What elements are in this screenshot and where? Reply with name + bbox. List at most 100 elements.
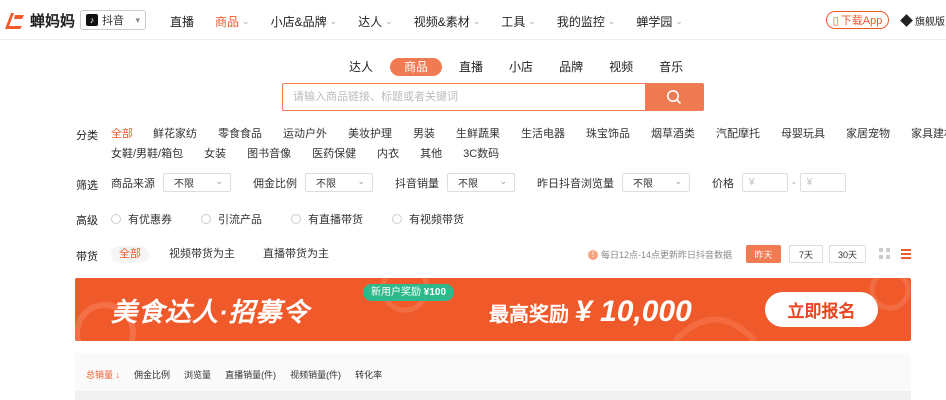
sort-conversion[interactable]: 转化率 xyxy=(355,368,382,381)
category-item[interactable]: 家具建材 xyxy=(911,126,946,142)
platform-label: 抖音 xyxy=(102,15,124,27)
goods-label: 带货 xyxy=(76,251,98,263)
search-type-tabs: 达人 商品 直播 小店 品牌 视频 音乐 xyxy=(340,58,700,76)
search-input[interactable] xyxy=(283,84,645,110)
sort-video-sales[interactable]: 视频销量(件) xyxy=(290,368,341,381)
price-max-input[interactable]: ¥ xyxy=(799,173,846,192)
commission-select[interactable]: 不限 ⌄ xyxy=(305,173,373,192)
category-item[interactable]: 烟草酒类 xyxy=(651,126,695,142)
checkbox-icon xyxy=(392,214,402,224)
sort-live-sales[interactable]: 直播销量(件) xyxy=(225,368,276,381)
period-7days[interactable]: 7天 xyxy=(789,245,823,263)
banner-title: 美食达人·招募令 xyxy=(111,297,310,327)
grid-view-icon[interactable] xyxy=(879,248,890,259)
category-item[interactable]: 生鲜蔬果 xyxy=(456,126,500,142)
category-item[interactable]: 零食食品 xyxy=(218,126,262,142)
chevron-down-icon: ⌄ xyxy=(528,16,536,26)
goods-tab-all[interactable]: 全部 xyxy=(111,246,149,263)
search-tab-music[interactable]: 音乐 xyxy=(650,58,692,76)
category-item[interactable]: 3C数码 xyxy=(463,146,499,162)
diamond-icon xyxy=(900,14,913,27)
nav-live[interactable]: 直播 xyxy=(170,13,194,30)
chevron-down-icon: ⌄ xyxy=(675,16,683,26)
nav-video-material[interactable]: 视频&素材 ⌄ xyxy=(414,13,481,30)
checkbox-icon xyxy=(201,214,211,224)
chevron-down-icon: ⌄ xyxy=(674,176,682,186)
goods-tab-video[interactable]: 视频带货为主 xyxy=(161,246,243,263)
views-label: 昨日抖音浏览量 xyxy=(537,177,614,190)
chevron-down-icon: ▾ xyxy=(135,14,140,25)
search-button[interactable] xyxy=(645,84,703,110)
category-item[interactable]: 珠宝饰品 xyxy=(586,126,630,142)
sort-total-sales[interactable]: 总销量 ↓ xyxy=(86,368,120,381)
sales-select[interactable]: 不限 ⌄ xyxy=(447,173,515,192)
category-item[interactable]: 女装 xyxy=(204,146,226,162)
checkbox-traffic[interactable]: 引流产品 xyxy=(201,211,262,227)
period-yesterday[interactable]: 昨天 xyxy=(746,245,781,263)
category-item[interactable]: 其他 xyxy=(420,146,442,162)
sales-label: 抖音销量 xyxy=(395,177,439,190)
category-item[interactable]: 母婴玩具 xyxy=(781,126,825,142)
screen-label: 筛选 xyxy=(76,180,98,192)
nav-goods[interactable]: 商品 ⌄ xyxy=(215,13,250,30)
sort-options: 总销量 ↓ 佣金比例 浏览量 直播销量(件) 视频销量(件) 转化率 xyxy=(86,368,396,381)
download-app-button[interactable]: ▯ 下载App xyxy=(826,11,889,29)
nav-monitor[interactable]: 我的监控 ⌄ xyxy=(557,13,616,30)
signup-button[interactable]: 立即报名 xyxy=(765,292,878,327)
category-item[interactable]: 女鞋/男鞋/箱包 xyxy=(111,146,183,162)
checkbox-video[interactable]: 有视频带货 xyxy=(392,211,464,227)
advanced-label: 高级 xyxy=(76,215,98,227)
nav-tools[interactable]: 工具 ⌄ xyxy=(501,13,536,30)
category-item[interactable]: 汽配摩托 xyxy=(716,126,760,142)
advanced-options: 有优惠券 引流产品 有直播带货 有视频带货 xyxy=(111,211,493,227)
category-item[interactable]: 医药保健 xyxy=(312,146,356,162)
search-tab-goods[interactable]: 商品 xyxy=(390,58,443,76)
sort-commission[interactable]: 佣金比例 xyxy=(134,368,170,381)
category-list-row2: 女鞋/男鞋/箱包 女装 图书音像 医药保健 内衣 其他 3C数码 xyxy=(111,146,520,162)
category-item[interactable]: 图书音像 xyxy=(247,146,291,162)
list-view-icon[interactable] xyxy=(901,249,911,259)
price-min-input[interactable]: ¥ xyxy=(742,173,788,192)
category-item[interactable]: 生活电器 xyxy=(521,126,565,142)
price-label: 价格 xyxy=(712,177,734,190)
period-30days[interactable]: 30天 xyxy=(829,245,866,263)
sort-views[interactable]: 浏览量 xyxy=(184,368,211,381)
chevron-down-icon: ⌄ xyxy=(242,16,250,26)
top-header: 蝉妈妈 ♪ 抖音 ▾ 直播 商品 ⌄ 小店&品牌 ⌄ 达人 ⌄ 视频&素材 ⌄ 工具 ⌄ … xyxy=(0,0,946,40)
checkbox-icon xyxy=(111,214,121,224)
search-tab-influencer[interactable]: 达人 xyxy=(340,58,382,76)
category-item[interactable]: 家居宠物 xyxy=(846,126,890,142)
category-item[interactable]: 鲜花家纺 xyxy=(153,126,197,142)
category-item[interactable]: 内衣 xyxy=(377,146,399,162)
nav-academy[interactable]: 蝉学园 ⌄ xyxy=(636,13,683,30)
search-tab-live[interactable]: 直播 xyxy=(450,58,492,76)
chanmama-logo-icon xyxy=(5,13,24,29)
flagship-link[interactable]: 旗舰版 xyxy=(900,13,945,28)
search-tab-video[interactable]: 视频 xyxy=(600,58,642,76)
brand-logo[interactable]: 蝉妈妈 xyxy=(2,9,75,31)
checkbox-coupon[interactable]: 有优惠券 xyxy=(111,211,172,227)
commission-label: 佣金比例 xyxy=(253,177,297,190)
tiktok-icon: ♪ xyxy=(86,14,98,26)
goods-tab-live[interactable]: 直播带货为主 xyxy=(255,246,337,263)
category-item[interactable]: 美妆护理 xyxy=(348,126,392,142)
search-bar xyxy=(282,83,704,111)
views-select[interactable]: 不限 ⌄ xyxy=(622,173,690,192)
checkbox-live[interactable]: 有直播带货 xyxy=(291,211,363,227)
promo-banner[interactable]: 美食达人·招募令 新用户奖励 ¥100 最高奖励 ¥ 10,000 立即报名 xyxy=(75,278,911,341)
nav-shop-brand[interactable]: 小店&品牌 ⌄ xyxy=(271,13,338,30)
category-label: 分类 xyxy=(76,130,98,142)
platform-select[interactable]: ♪ 抖音 ▾ xyxy=(80,10,146,30)
category-item[interactable]: 运动户外 xyxy=(283,126,327,142)
search-tab-shop[interactable]: 小店 xyxy=(500,58,542,76)
category-item[interactable]: 全部 xyxy=(111,126,133,142)
search-tab-brand[interactable]: 品牌 xyxy=(550,58,592,76)
source-select[interactable]: 不限 ⌄ xyxy=(163,173,231,192)
chevron-down-icon: ⌄ xyxy=(357,176,365,186)
chevron-down-icon: ⌄ xyxy=(499,176,507,186)
sort-arrow-icon: ↓ xyxy=(113,370,121,380)
nav-influencer[interactable]: 达人 ⌄ xyxy=(358,13,393,30)
main-nav: 直播 商品 ⌄ 小店&品牌 ⌄ 达人 ⌄ 视频&素材 ⌄ 工具 ⌄ 我的监控 ⌄ 蝉学园 ⌄ xyxy=(170,13,704,30)
info-icon: ! xyxy=(588,249,598,260)
category-item[interactable]: 男装 xyxy=(413,126,435,142)
